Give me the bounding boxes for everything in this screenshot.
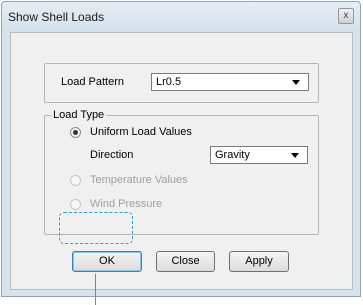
temperature-values-radio[interactable]: [70, 175, 81, 186]
load-type-group-label: Load Type: [51, 109, 107, 121]
uniform-load-label: Uniform Load Values: [90, 126, 192, 138]
direction-value: Gravity: [215, 149, 250, 161]
load-pattern-group: Load Pattern Lr0.5: [44, 63, 319, 103]
load-pattern-dropdown[interactable]: Lr0.5: [151, 73, 309, 91]
title-bar: Show Shell Loads x: [2, 2, 360, 32]
window-title: Show Shell Loads: [8, 10, 105, 24]
direction-dropdown[interactable]: Gravity: [210, 146, 308, 164]
dialog-window: Show Shell Loads x Load Pattern Lr0.5 Lo…: [1, 1, 361, 297]
close-window-button[interactable]: x: [338, 8, 354, 24]
close-button[interactable]: Close: [156, 251, 215, 272]
uniform-load-radio[interactable]: [70, 127, 81, 138]
load-pattern-label: Load Pattern: [61, 76, 124, 88]
apply-button[interactable]: Apply: [229, 251, 289, 272]
highlight-callout-line: [95, 274, 96, 305]
ok-button[interactable]: OK: [72, 251, 142, 272]
wind-pressure-label: Wind Pressure: [90, 198, 163, 210]
direction-label: Direction: [90, 149, 134, 161]
ok-button-highlight: [59, 212, 133, 244]
chevron-down-icon: [291, 153, 299, 158]
close-icon: x: [343, 10, 349, 21]
temperature-values-label: Temperature Values: [90, 174, 188, 186]
load-pattern-value: Lr0.5: [156, 76, 182, 88]
dialog-client-area: Load Pattern Lr0.5 Load Type Uniform Loa…: [10, 32, 353, 290]
chevron-down-icon: [292, 80, 300, 85]
wind-pressure-radio[interactable]: [70, 199, 81, 210]
